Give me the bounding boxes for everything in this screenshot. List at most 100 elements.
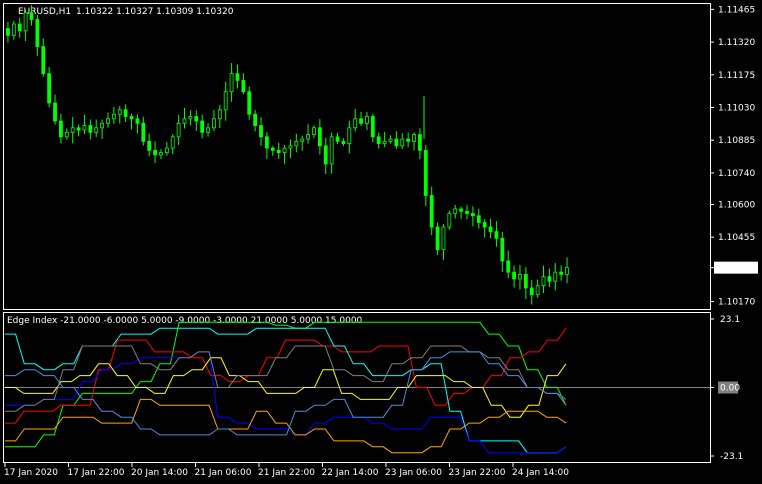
candle-body [282, 147, 287, 154]
candle-body [159, 152, 163, 156]
candle-body [488, 226, 493, 232]
time-tick-label: 20 Jan 14:00 [131, 468, 188, 478]
time-tick-label: 23 Jan 06:00 [385, 468, 442, 478]
candle-body [106, 118, 110, 124]
candle-body [476, 215, 481, 223]
candle-body [147, 140, 152, 151]
price-tick-label: 1.10740 [718, 169, 755, 179]
candle-body [317, 127, 322, 147]
candle-body [329, 136, 334, 165]
candle-body [265, 136, 269, 149]
price-tick-label: 1.10320 [718, 264, 755, 274]
candle-body [506, 260, 511, 273]
price-tick-label: 1.10455 [718, 233, 755, 243]
candle-body [117, 109, 122, 115]
candle-body [323, 145, 328, 165]
candle-body [17, 23, 22, 32]
indicator-line [5, 351, 567, 454]
candle-body [153, 149, 157, 156]
candle-body [111, 113, 116, 120]
candle-body [459, 208, 464, 212]
candle-body [465, 210, 469, 214]
price-tick-label: 1.11465 [718, 5, 755, 15]
candle-body [300, 138, 305, 142]
candle-body [429, 195, 434, 228]
candle-body [212, 118, 216, 129]
indicator-axis: 23.1 0.00 -23.1 [710, 315, 743, 462]
candle-body [188, 116, 193, 120]
candle-body [453, 208, 458, 214]
candle-body [194, 116, 199, 122]
candle-body [447, 213, 452, 228]
candle-body [223, 91, 228, 111]
candle-body [547, 276, 552, 282]
candle-body [200, 120, 205, 133]
candle-body [359, 118, 363, 124]
candle-body [370, 116, 375, 138]
candle-body [418, 134, 422, 151]
candle-body [288, 145, 293, 149]
candle-body [376, 136, 381, 144]
candle-body [229, 73, 234, 93]
candle-body [394, 138, 399, 147]
candle-body [423, 149, 428, 196]
candle-body [441, 226, 446, 251]
candle-body [500, 237, 505, 262]
time-tick-label: 22 Jan 14:00 [322, 468, 379, 478]
indicator-tick-label: -23.1 [720, 452, 743, 462]
candle-body [47, 73, 52, 104]
candle-body [247, 91, 252, 115]
time-tick-label: 17 Jan 22:00 [68, 468, 125, 478]
candle-body [347, 127, 352, 144]
candle-body [294, 140, 299, 147]
candle-body [129, 116, 134, 120]
candle-body [76, 127, 81, 131]
candle-body [123, 109, 128, 117]
indicator-tick-label: 23.1 [720, 315, 740, 325]
time-tick-label: 17 Jan 2020 [4, 468, 58, 478]
candle-body [206, 127, 210, 133]
candle-body [518, 274, 522, 280]
candle-body [88, 125, 93, 133]
time-tick-label: 21 Jan 06:00 [195, 468, 252, 478]
indicator-line [5, 327, 567, 454]
candle-body [276, 149, 281, 154]
price-tick-label: 1.11030 [718, 104, 755, 114]
time-tick-label: 21 Jan 22:00 [258, 468, 315, 478]
candle-body [353, 118, 358, 129]
candle-body [306, 134, 310, 140]
candle-body [41, 46, 46, 75]
candle-body [382, 140, 387, 144]
candle-body [176, 122, 181, 138]
candle-body [535, 285, 540, 296]
candle-body [553, 271, 558, 282]
ohlc-label: 1.10322 1.10327 1.10309 1.10320 [76, 7, 234, 17]
candle-body [35, 19, 40, 48]
price-tick-label: 1.10170 [718, 297, 755, 307]
candle-body [412, 134, 416, 142]
candle-body [29, 12, 34, 20]
candle-body [135, 118, 140, 124]
indicator-tick-label: 0.00 [720, 384, 740, 394]
candle-body [141, 122, 146, 142]
candle-body [312, 127, 316, 135]
candle-body [341, 140, 346, 144]
price-panel-frame [3, 3, 711, 310]
time-axis: 17 Jan 2020 17 Jan 22:00 20 Jan 14:00 21 Ja… [4, 463, 569, 478]
trading-chart[interactable]: EURUSD,H1 1.10322 1.10327 1.10309 1.1032… [0, 0, 762, 484]
price-tick-label: 1.11320 [718, 38, 755, 48]
indicator-label: Edge Index -21.0000 -6.0000 5.0000 -9.00… [7, 316, 363, 326]
candle-body [259, 125, 263, 138]
candle-body [494, 231, 499, 239]
candle-body [170, 136, 175, 149]
candle-body [94, 127, 99, 133]
candle-body [182, 118, 187, 124]
candle-body [253, 113, 258, 126]
candle-body [400, 138, 405, 147]
candle-body [435, 226, 440, 251]
time-tick-label: 24 Jan 14:00 [512, 468, 569, 478]
time-tick-label: 23 Jan 22:00 [449, 468, 506, 478]
candle-body [541, 276, 546, 287]
candlestick-series [6, 5, 569, 305]
candle-body [512, 271, 516, 280]
